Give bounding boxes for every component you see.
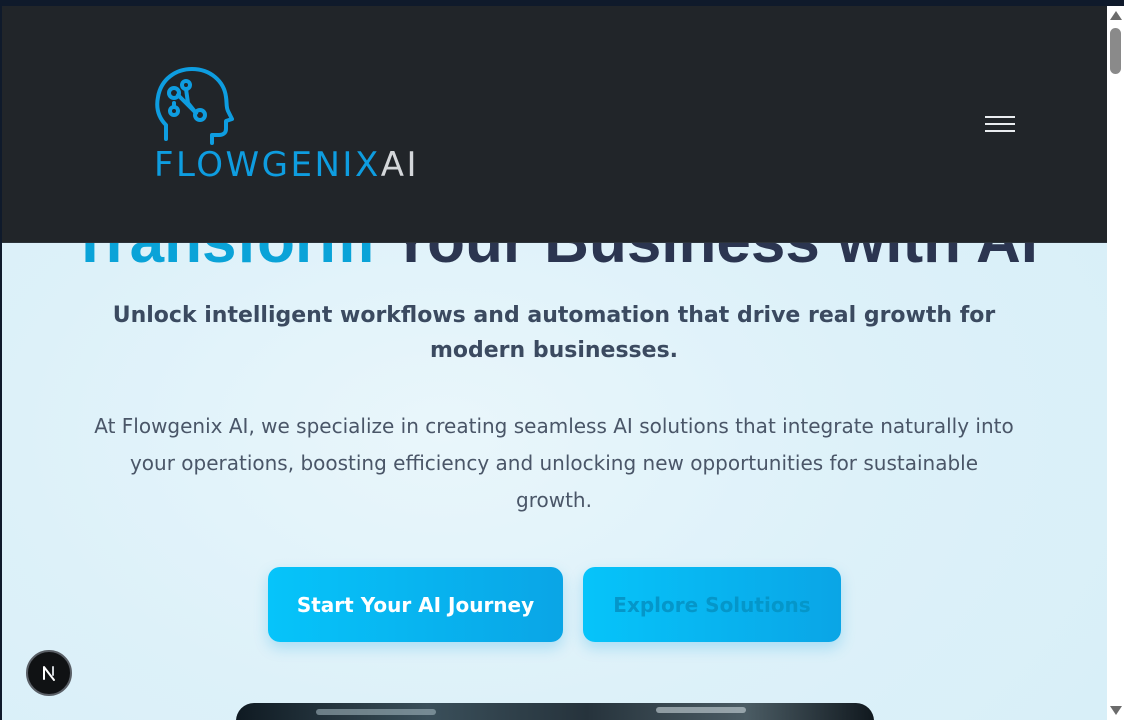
brand-suffix: AI	[380, 145, 420, 185]
hero-description: At Flowgenix AI, we specialize in creati…	[94, 414, 1014, 512]
menu-bar	[985, 123, 1015, 125]
start-journey-button[interactable]: Start Your AI Journey	[268, 567, 563, 642]
vertical-scrollbar[interactable]	[1107, 6, 1124, 720]
nextjs-dev-badge[interactable]	[26, 650, 72, 696]
scroll-thumb[interactable]	[1110, 28, 1121, 74]
scroll-up-arrow-icon[interactable]	[1110, 11, 1122, 20]
hero-tagline: Unlock intelligent workflows and automat…	[112, 303, 996, 363]
scroll-down-arrow-icon[interactable]	[1110, 706, 1122, 715]
brand-name: FLOWGENIX	[154, 145, 381, 185]
nextjs-logo-icon	[43, 666, 55, 681]
brain-head-icon	[155, 67, 234, 145]
video-highlight	[656, 707, 746, 713]
menu-bar	[985, 116, 1015, 118]
site-header: FLOWGENIXAI	[2, 6, 1107, 243]
video-highlight	[316, 709, 436, 715]
hero-video-preview	[236, 703, 874, 720]
hamburger-menu-icon[interactable]	[980, 111, 1020, 137]
brand-logo[interactable]: FLOWGENIXAI	[154, 63, 434, 189]
explore-solutions-button[interactable]: Explore Solutions	[583, 567, 841, 642]
menu-bar	[985, 130, 1015, 132]
brand-wordmark: FLOWGENIXAI	[154, 145, 419, 185]
